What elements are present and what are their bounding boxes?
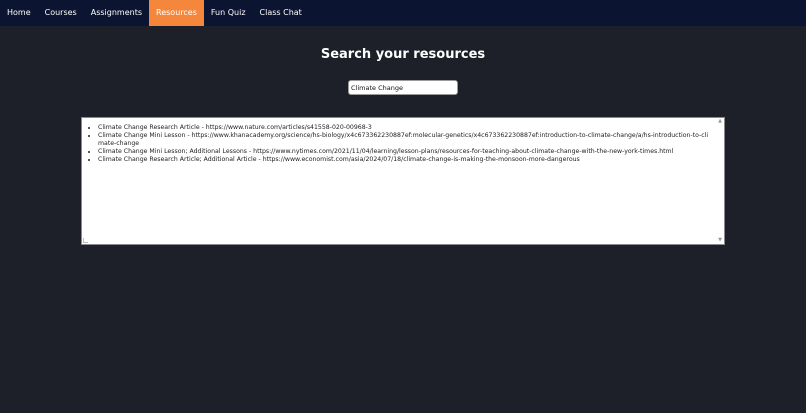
- scroll-down-arrow-icon[interactable]: ▼: [717, 237, 723, 243]
- nav-courses[interactable]: Courses: [38, 0, 84, 26]
- nav-class-chat[interactable]: Class Chat: [253, 0, 309, 26]
- results-textarea[interactable]: Climate Change Research Article - https:…: [81, 117, 725, 245]
- result-item: Climate Change Research Article; Additio…: [98, 156, 712, 164]
- nav-home[interactable]: Home: [0, 0, 38, 26]
- result-item: Climate Change Mini Lesson - https://www…: [98, 132, 712, 148]
- nav-resources[interactable]: Resources: [149, 0, 204, 26]
- search-input[interactable]: [348, 80, 458, 95]
- nav-fun-quiz[interactable]: Fun Quiz: [204, 0, 253, 26]
- nav-assignments[interactable]: Assignments: [84, 0, 149, 26]
- top-navbar: Home Courses Assignments Resources Fun Q…: [0, 0, 806, 26]
- result-item: Climate Change Mini Lesson; Additional L…: [98, 148, 712, 156]
- result-item: Climate Change Research Article - https:…: [98, 124, 712, 132]
- resize-handle-icon[interactable]: [83, 238, 88, 243]
- scroll-up-arrow-icon[interactable]: ▲: [717, 118, 723, 124]
- results-list: Climate Change Research Article - https:…: [82, 118, 724, 164]
- page-title: Search your resources: [320, 47, 486, 62]
